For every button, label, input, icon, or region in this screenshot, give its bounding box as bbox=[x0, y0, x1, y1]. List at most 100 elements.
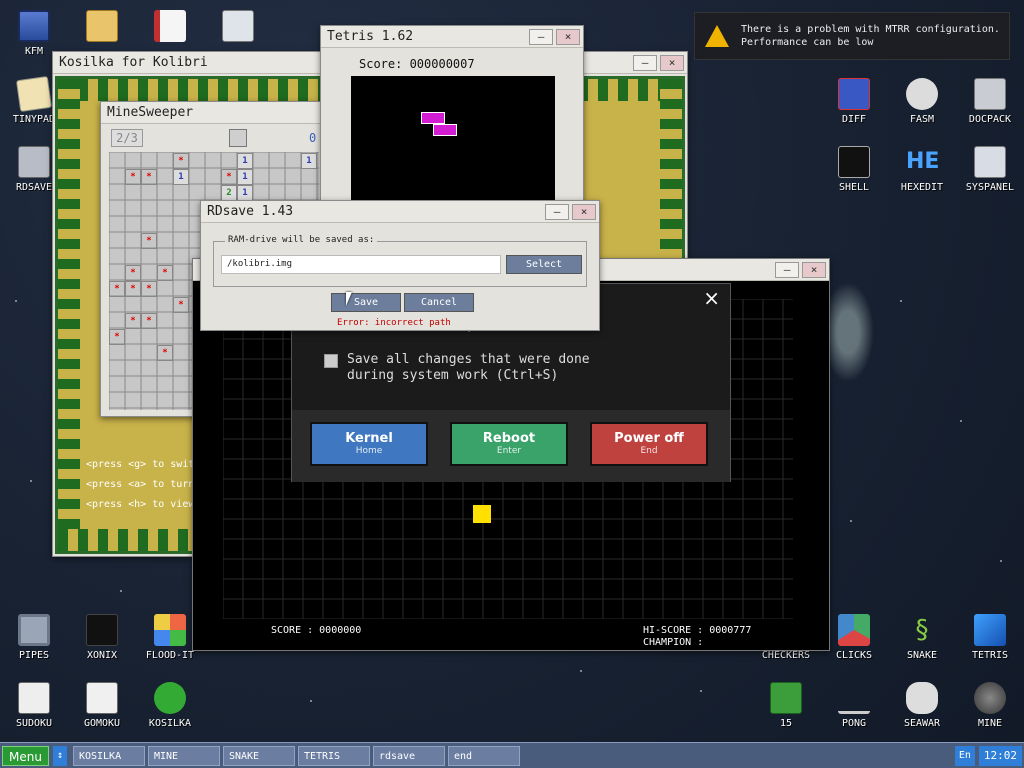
taskbar-item[interactable]: TETRIS bbox=[297, 745, 370, 766]
fifteen-icon bbox=[770, 682, 802, 714]
warning-icon bbox=[705, 25, 729, 47]
notification-line1: There is a problem with MTRR configurati… bbox=[741, 24, 1000, 35]
mine-flag[interactable]: * bbox=[173, 297, 189, 313]
desktop-icon-snake[interactable]: § SNAKE bbox=[888, 614, 956, 661]
mine-number[interactable]: 1 bbox=[237, 153, 253, 169]
mower-icon bbox=[154, 682, 186, 714]
taskbar-item[interactable]: MINE bbox=[147, 745, 220, 766]
desktop-icon-syspanel[interactable]: SYSPANEL bbox=[956, 146, 1024, 193]
poweroff-button[interactable]: Power off End bbox=[590, 422, 708, 466]
mine-flag[interactable]: * bbox=[221, 169, 237, 185]
desktop-icon-fifteen[interactable]: 15 bbox=[752, 682, 820, 729]
snake-icon: § bbox=[914, 615, 930, 645]
mine-flag[interactable]: * bbox=[157, 265, 173, 281]
taskbar-item[interactable]: rdsave bbox=[372, 745, 445, 766]
desktop-icon-book[interactable] bbox=[136, 10, 204, 46]
mine-flag[interactable]: * bbox=[157, 345, 173, 361]
mine-number[interactable]: 2 bbox=[221, 185, 237, 201]
clock[interactable]: 12:02 bbox=[978, 745, 1022, 766]
hint-line: <press <h> to view bbox=[86, 499, 195, 510]
mine-flag[interactable]: * bbox=[173, 153, 189, 169]
mine-number[interactable]: 1 bbox=[173, 169, 189, 185]
mine-flag[interactable]: * bbox=[125, 281, 141, 297]
close-button[interactable]: × bbox=[572, 203, 596, 220]
snake-hiscore: HI-SCORE : 0000777 bbox=[643, 625, 752, 636]
taskbar-item[interactable]: KOSILKA bbox=[72, 745, 145, 766]
desktop-icon-seawar[interactable]: SEAWAR bbox=[888, 682, 956, 729]
close-button[interactable]: × bbox=[802, 261, 826, 278]
mine-flag[interactable]: * bbox=[141, 233, 157, 249]
taskbar-item[interactable]: end bbox=[447, 745, 520, 766]
desktop-icon-tetris[interactable]: TETRIS bbox=[956, 614, 1024, 661]
book-icon bbox=[154, 10, 186, 42]
tetris-titlebar[interactable]: Tetris 1.62 – × bbox=[321, 26, 583, 48]
taskbar-item[interactable]: SNAKE bbox=[222, 745, 295, 766]
save-button[interactable]: Save bbox=[331, 293, 401, 312]
switch-icon[interactable]: ↕ bbox=[52, 745, 67, 766]
mine-number[interactable]: 1 bbox=[237, 185, 253, 201]
notification-line2: Performance can be low bbox=[741, 37, 874, 48]
mine-counter: 2/3 bbox=[111, 129, 143, 147]
desktop-icon-kfm[interactable]: KFM bbox=[0, 10, 68, 57]
mine-flag[interactable]: * bbox=[109, 281, 125, 297]
xonix-icon bbox=[86, 614, 118, 646]
desktop-icon-fasm[interactable]: FASM bbox=[888, 78, 956, 125]
cancel-button[interactable]: Cancel bbox=[404, 293, 474, 312]
mine-flag[interactable]: * bbox=[125, 265, 141, 281]
mine-face-button[interactable] bbox=[229, 129, 247, 147]
menu-button[interactable]: Menu bbox=[2, 745, 49, 766]
mine-flag[interactable]: * bbox=[141, 169, 157, 185]
path-input[interactable]: /kolibri.img bbox=[221, 255, 501, 274]
mine-number[interactable]: 1 bbox=[301, 153, 317, 169]
rdsave-window[interactable]: RDsave 1.43 – × RAM-drive will be saved … bbox=[200, 200, 600, 331]
reboot-button[interactable]: Reboot Enter bbox=[450, 422, 568, 466]
close-button[interactable]: × bbox=[660, 54, 684, 71]
mtrr-notification[interactable]: There is a problem with MTRR configurati… bbox=[694, 12, 1010, 60]
mine-flag[interactable]: * bbox=[125, 313, 141, 329]
mine-flag[interactable]: * bbox=[109, 329, 125, 345]
desktop-icon-hexedit[interactable]: HE HEXEDIT bbox=[888, 146, 956, 193]
pipes-icon bbox=[18, 614, 50, 646]
desktop-icon-calculator[interactable] bbox=[204, 10, 272, 46]
tetris-window[interactable]: Tetris 1.62 – × Score: 000000007 bbox=[320, 25, 584, 215]
hint-line: <press <g> to swit bbox=[86, 459, 195, 470]
kernel-button[interactable]: Kernel Home bbox=[310, 422, 428, 466]
desktop-icon-shell[interactable]: SHELL bbox=[820, 146, 888, 193]
minimize-button[interactable]: – bbox=[633, 54, 657, 71]
minimize-button[interactable]: – bbox=[545, 203, 569, 220]
palm-border-left bbox=[58, 79, 80, 551]
desktop-icon-pipes[interactable]: PIPES bbox=[0, 614, 68, 661]
rdsave-group-label: RAM-drive will be saved as: bbox=[225, 235, 378, 245]
desktop-icon-gomoku[interactable]: GOMOKU bbox=[68, 682, 136, 729]
tetris-icon bbox=[974, 614, 1006, 646]
mine-number[interactable]: 1 bbox=[237, 169, 253, 185]
mine-flag[interactable]: * bbox=[141, 313, 157, 329]
desktop-icon-diff[interactable]: DIFF bbox=[820, 78, 888, 125]
select-button[interactable]: Select bbox=[506, 255, 582, 274]
rdsave-titlebar[interactable]: RDsave 1.43 – × bbox=[201, 201, 599, 223]
minimize-button[interactable]: – bbox=[529, 28, 553, 45]
pong-icon bbox=[838, 682, 870, 714]
tetris-title: Tetris 1.62 bbox=[327, 29, 414, 44]
mine-flag[interactable]: * bbox=[141, 281, 157, 297]
minimize-button[interactable]: – bbox=[775, 261, 799, 278]
desktop-icon-docpack[interactable]: DOCPACK bbox=[956, 78, 1024, 125]
close-button[interactable]: × bbox=[556, 28, 580, 45]
desktop-icon-xonix[interactable]: XONIX bbox=[68, 614, 136, 661]
mine-flag[interactable]: * bbox=[125, 169, 141, 185]
desktop-icon-kosilka[interactable]: KOSILKA bbox=[136, 682, 204, 729]
calculator-icon bbox=[222, 10, 254, 42]
seawar-icon bbox=[906, 682, 938, 714]
tetris-playfield[interactable] bbox=[351, 76, 555, 214]
hint-line: <press <a> to turn bbox=[86, 479, 195, 490]
desktop-icon-clicks[interactable]: CLICKS bbox=[820, 614, 888, 661]
desktop-icon-mine[interactable]: MINE bbox=[956, 682, 1024, 729]
desktop-icon-sudoku[interactable]: SUDOKU bbox=[0, 682, 68, 729]
shutdown-close-icon[interactable]: × bbox=[703, 286, 720, 310]
language-indicator[interactable]: En bbox=[954, 745, 975, 766]
minesweeper-titlebar[interactable]: MineSweeper bbox=[101, 102, 321, 124]
save-changes-checkbox[interactable] bbox=[324, 354, 338, 368]
desktop-icon-pong[interactable]: PONG bbox=[820, 682, 888, 729]
desktop-icon-folder[interactable] bbox=[68, 10, 136, 46]
minesweeper-title: MineSweeper bbox=[107, 105, 194, 120]
